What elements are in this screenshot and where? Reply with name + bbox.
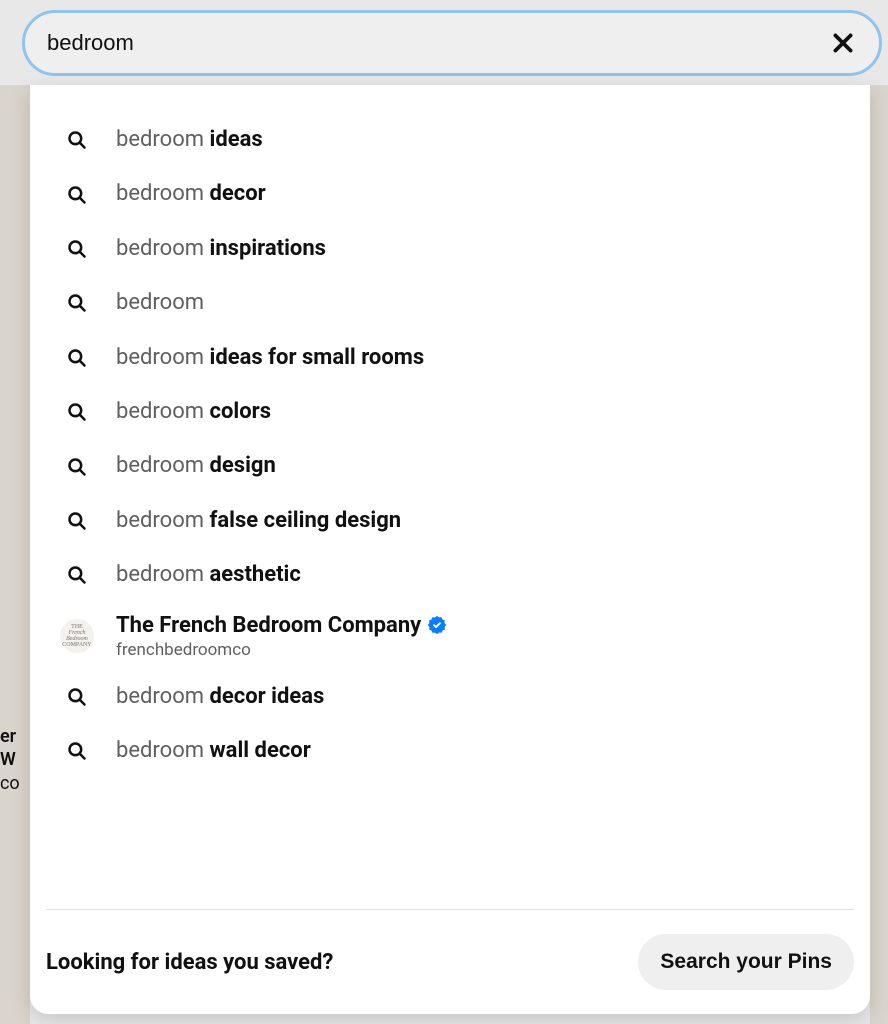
suggestions-list: bedroom ideas bedroom decor bedroom inspir…: [30, 113, 870, 901]
suggestion-text: bedroom design: [116, 453, 276, 479]
suggestion-item[interactable]: bedroom aesthetic: [30, 548, 870, 602]
suggestion-item[interactable]: bedroom decor ideas: [30, 670, 870, 724]
suggestion-item[interactable]: bedroom false ceiling design: [30, 494, 870, 548]
dropdown-footer: Looking for ideas you saved? Search your…: [46, 909, 854, 1014]
search-icon: [66, 347, 88, 369]
search-icon: [66, 292, 88, 314]
footer-prompt: Looking for ideas you saved?: [46, 950, 333, 975]
search-icon: [66, 686, 88, 708]
suggestion-text: bedroom inspirations: [116, 236, 326, 262]
suggestion-text: bedroom ideas: [116, 127, 263, 153]
verified-badge-icon: [427, 615, 447, 635]
suggestion-profile-item[interactable]: THEFrenchBedroomCOMPANY The French Bedroo…: [30, 603, 870, 670]
search-your-pins-button[interactable]: Search your Pins: [638, 934, 854, 990]
close-icon: [830, 30, 856, 56]
suggestion-item[interactable]: bedroom ideas: [30, 113, 870, 167]
search-icon: [66, 401, 88, 423]
profile-avatar: THEFrenchBedroomCOMPANY: [60, 619, 94, 653]
suggestion-item[interactable]: bedroom colors: [30, 385, 870, 439]
profile-text-block: The French Bedroom Companyfrenchbedroomc…: [116, 613, 447, 660]
search-icon: [66, 238, 88, 260]
suggestion-text: bedroom colors: [116, 399, 271, 425]
profile-handle: frenchbedroomco: [116, 640, 447, 660]
background-left-strip: erWco: [0, 85, 30, 1024]
suggestion-text: bedroom decor: [116, 181, 266, 207]
suggestion-item[interactable]: bedroom inspirations: [30, 222, 870, 276]
background-text-fragment: erWco: [0, 725, 20, 795]
suggestion-item[interactable]: bedroom wall decor: [30, 724, 870, 778]
suggestion-item[interactable]: bedroom decor: [30, 167, 870, 221]
suggestion-text: bedroom: [116, 290, 204, 316]
clear-search-button[interactable]: [829, 29, 857, 57]
suggestion-item[interactable]: bedroom: [30, 276, 870, 330]
suggestion-item[interactable]: bedroom design: [30, 439, 870, 493]
suggestion-text: bedroom false ceiling design: [116, 508, 401, 534]
suggestion-text: bedroom ideas for small rooms: [116, 345, 424, 371]
background-right-strip: [870, 85, 888, 1024]
search-icon: [66, 510, 88, 532]
search-icon: [66, 740, 88, 762]
search-suggestions-dropdown: bedroom ideas bedroom decor bedroom inspir…: [30, 85, 870, 1014]
search-input[interactable]: [47, 30, 829, 56]
search-icon: [66, 129, 88, 151]
profile-name: The French Bedroom Company: [116, 613, 421, 638]
search-bar[interactable]: [22, 10, 882, 76]
search-icon: [66, 564, 88, 586]
search-icon: [66, 456, 88, 478]
suggestion-text: bedroom decor ideas: [116, 684, 324, 710]
suggestion-text: bedroom aesthetic: [116, 562, 301, 588]
suggestion-item[interactable]: bedroom ideas for small rooms: [30, 331, 870, 385]
suggestion-text: bedroom wall decor: [116, 738, 311, 764]
search-icon: [66, 184, 88, 206]
